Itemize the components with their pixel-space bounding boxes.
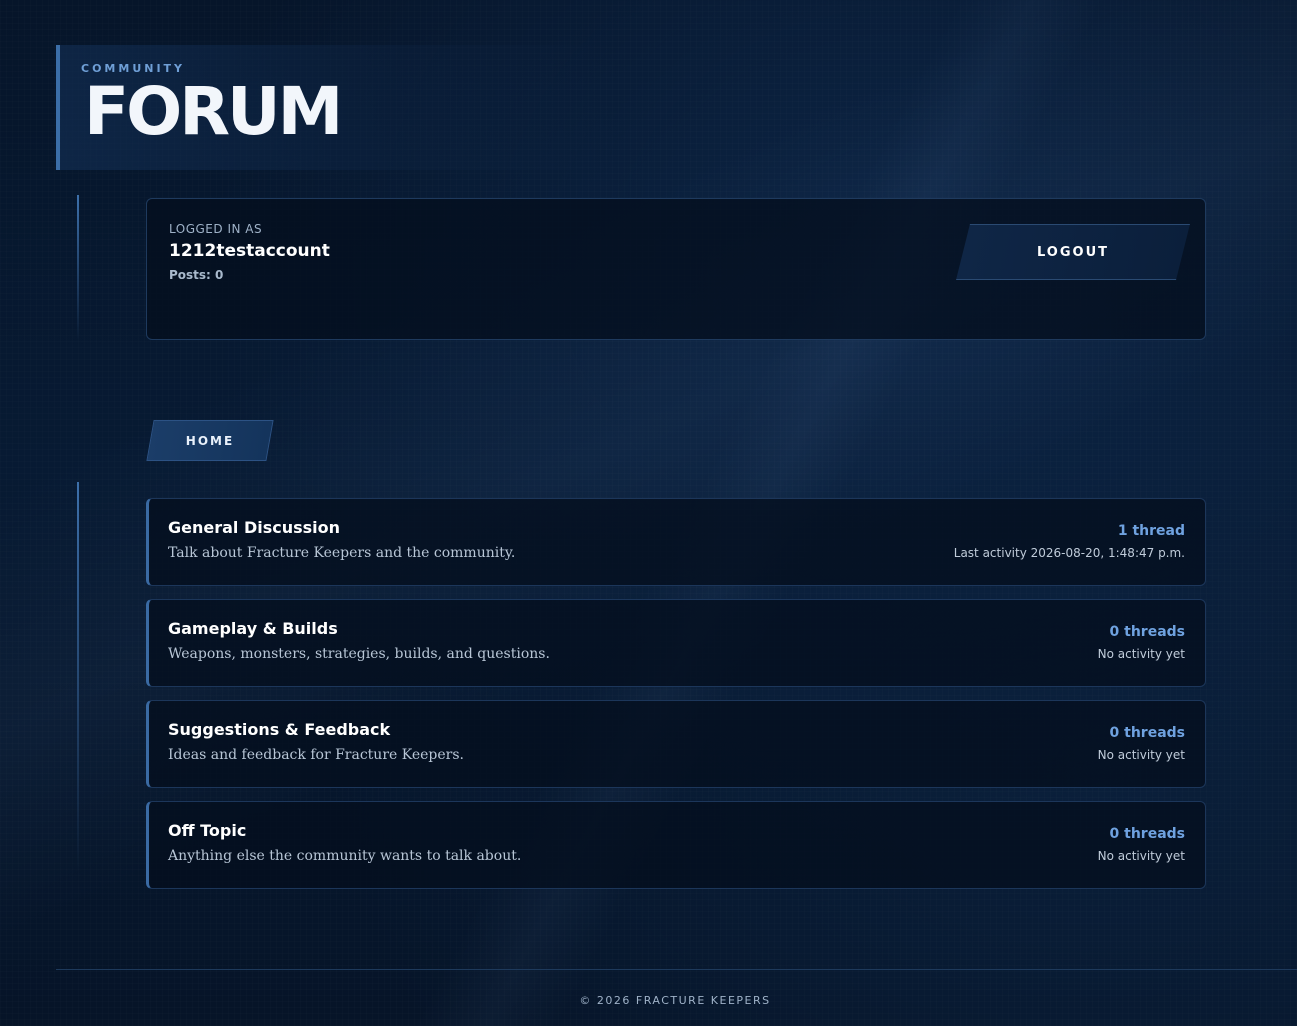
category-title[interactable]: Gameplay & Builds [168, 619, 338, 638]
category-description: Anything else the community wants to tal… [168, 848, 522, 864]
category-last-activity: No activity yet [1097, 849, 1185, 863]
logout-button[interactable]: LOGOUT [963, 224, 1183, 280]
footer-copyright: © 2026 FRACTURE KEEPERS [579, 994, 771, 1007]
category-thread-count: 0 threads [1109, 624, 1185, 640]
category-gameplay-builds[interactable]: Gameplay & Builds Weapons, monsters, str… [146, 599, 1206, 687]
category-title[interactable]: General Discussion [168, 518, 340, 537]
category-thread-count: 0 threads [1109, 725, 1185, 741]
category-description: Ideas and feedback for Fracture Keepers. [168, 747, 464, 763]
category-description: Weapons, monsters, strategies, builds, a… [168, 646, 550, 662]
category-last-activity: No activity yet [1097, 647, 1185, 661]
home-tab-label: HOME [185, 433, 235, 448]
accent-line-categories [77, 482, 79, 872]
category-thread-count: 0 threads [1109, 826, 1185, 842]
category-last-activity: No activity yet [1097, 748, 1185, 762]
category-list: General Discussion Talk about Fracture K… [146, 498, 1206, 902]
accent-line-top [77, 195, 79, 340]
home-tab[interactable]: HOME [150, 420, 270, 461]
page-title: FORUM [84, 73, 343, 150]
category-title[interactable]: Suggestions & Feedback [168, 720, 390, 739]
post-count: Posts: 0 [169, 268, 224, 282]
username: 1212testaccount [169, 241, 330, 261]
category-last-activity: Last activity 2026-08-20, 1:48:47 p.m. [953, 546, 1185, 560]
logged-in-label: LOGGED IN AS [169, 222, 263, 236]
category-thread-count: 1 thread [1117, 523, 1185, 539]
category-suggestions-feedback[interactable]: Suggestions & Feedback Ideas and feedbac… [146, 700, 1206, 788]
category-description: Talk about Fracture Keepers and the comm… [168, 545, 516, 561]
user-panel: LOGGED IN AS 1212testaccount Posts: 0 LO… [146, 198, 1206, 340]
category-general-discussion[interactable]: General Discussion Talk about Fracture K… [146, 498, 1206, 586]
footer-divider [56, 969, 1297, 970]
category-title[interactable]: Off Topic [168, 821, 246, 840]
logout-button-label: LOGOUT [1036, 244, 1110, 260]
page-header: COMMUNITY FORUM [56, 45, 616, 170]
category-off-topic[interactable]: Off Topic Anything else the community wa… [146, 801, 1206, 889]
